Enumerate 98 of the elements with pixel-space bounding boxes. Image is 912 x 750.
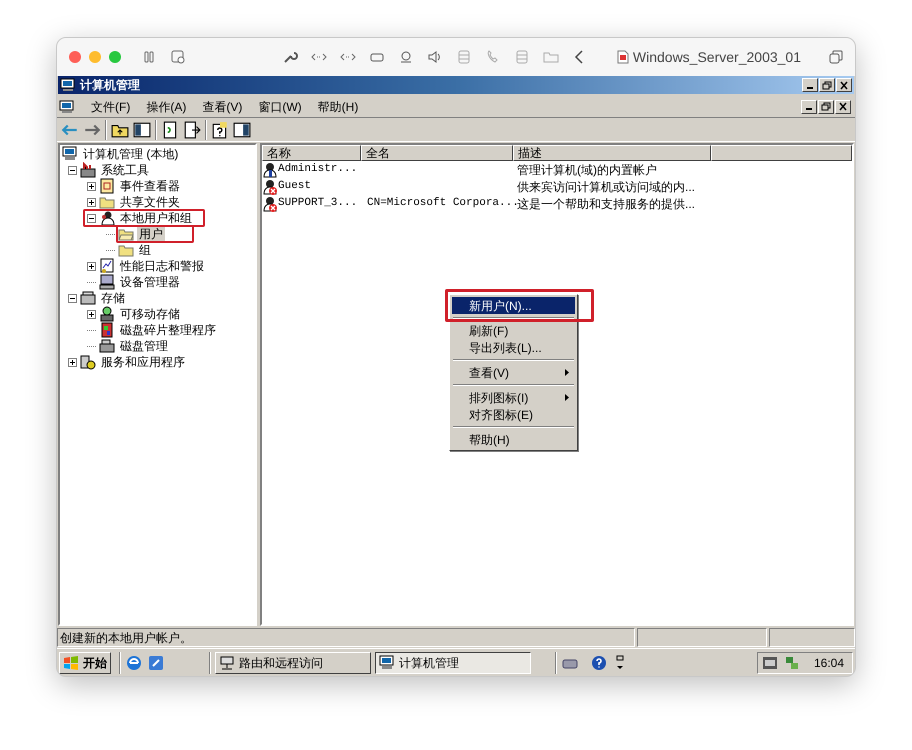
desktop-shortcut-icon[interactable] <box>147 654 165 672</box>
restore-button[interactable] <box>818 100 834 114</box>
panel-icon[interactable] <box>233 120 251 138</box>
camera-icon[interactable] <box>398 49 414 65</box>
menu-item[interactable]: 对齐图标(E) <box>452 406 575 423</box>
host-window-title: Windows_Server_2003_01 <box>632 48 801 67</box>
collapse-toggle[interactable] <box>87 214 96 222</box>
minimize-icon <box>807 86 813 88</box>
tree-item[interactable]: 用户 <box>137 226 165 242</box>
submenu-arrow-icon <box>565 369 569 376</box>
computer-icon <box>379 654 395 670</box>
computer-icon <box>60 78 76 92</box>
copy-icon[interactable] <box>829 50 843 64</box>
windows-logo-icon <box>63 656 79 670</box>
user-description: 供来宾访问计算机或访问域的内... <box>516 178 696 196</box>
export-list-icon[interactable] <box>183 120 201 138</box>
tree-item[interactable]: 存储 <box>99 290 127 306</box>
tree-item[interactable]: 磁盘碎片整理程序 <box>118 322 218 338</box>
user-description: 管理计算机(域)的内置帐户 <box>516 162 658 178</box>
tree-toggle-icon[interactable] <box>133 120 151 138</box>
menu-item[interactable]: 排列图标(I) <box>452 389 575 406</box>
column-header[interactable]: 全名 <box>361 145 513 161</box>
minimize-icon <box>806 108 812 110</box>
menu-item[interactable]: 帮助(H) <box>452 431 575 448</box>
close-icon <box>839 80 849 90</box>
defrag-icon <box>99 322 115 338</box>
tree-item[interactable]: 可移动存储 <box>118 306 182 322</box>
minimize-button[interactable] <box>801 100 817 114</box>
plus-icon <box>88 182 95 190</box>
expand-toggle[interactable] <box>68 358 77 366</box>
network-icon[interactable] <box>784 654 800 670</box>
computer-icon <box>62 146 78 162</box>
menu-item[interactable]: 查看(V) <box>194 98 250 116</box>
snapshot-icon[interactable] <box>170 49 186 65</box>
refresh-icon[interactable] <box>161 120 179 138</box>
tree-item[interactable]: 组 <box>137 242 153 258</box>
column-header[interactable]: 描述 <box>513 145 711 161</box>
plus-icon <box>88 310 95 318</box>
speaker-icon[interactable] <box>427 49 443 65</box>
menu-item[interactable]: 文件(F) <box>83 98 138 116</box>
menu-item[interactable]: 导出列表(L)... <box>452 339 575 356</box>
menu-item[interactable]: 新用户(N)... <box>452 297 575 314</box>
vm-icon[interactable] <box>762 656 778 670</box>
restore-icon <box>822 80 832 90</box>
drive-icon <box>80 290 96 306</box>
taskbar-button[interactable]: 计算机管理 <box>375 652 531 674</box>
document-icon <box>616 50 629 64</box>
help-icon[interactable] <box>591 654 607 670</box>
tree-item[interactable]: 性能日志和警报 <box>118 258 206 274</box>
submenu-arrow-icon <box>565 394 569 401</box>
log-book-icon <box>99 178 115 194</box>
collapse-toggle[interactable] <box>68 166 77 174</box>
disk-drive-icon <box>99 338 115 354</box>
tree-item[interactable]: 本地用户和组 <box>118 210 194 226</box>
window-title: 计算机管理 <box>80 77 140 94</box>
start-button[interactable]: 开始 <box>59 652 111 674</box>
minimize-button[interactable] <box>802 78 818 92</box>
disc-drive-icon <box>99 306 115 322</box>
status-message: 创建新的本地用户帐户。 <box>60 630 192 646</box>
chart-icon <box>99 258 115 274</box>
wrench-icon[interactable] <box>282 49 298 65</box>
expand-toggle[interactable] <box>87 310 96 318</box>
tree-item[interactable]: 系统工具 <box>99 162 151 178</box>
expand-toggle[interactable] <box>87 198 96 206</box>
clock: 16:04 <box>814 654 844 672</box>
taskbar-button[interactable]: 路由和远程访问 <box>215 652 371 674</box>
tree-item[interactable]: 事件查看器 <box>118 178 182 194</box>
toolbox-icon <box>80 162 96 178</box>
monitor-icon <box>99 274 115 290</box>
menu-item[interactable]: 刷新(F) <box>452 322 575 339</box>
router-icon <box>219 654 235 670</box>
help-icon[interactable] <box>211 120 229 138</box>
plus-icon <box>88 198 95 206</box>
column-header[interactable]: 名称 <box>262 145 361 161</box>
tree-item[interactable]: 计算机管理 (本地) <box>81 146 180 162</box>
restore-icon <box>821 102 831 111</box>
user-name[interactable]: Administr... <box>278 161 358 178</box>
expand-toggle[interactable] <box>87 262 96 270</box>
restore-button[interactable] <box>819 78 835 92</box>
menu-item[interactable]: 帮助(H) <box>310 98 366 116</box>
plus-icon <box>88 262 95 270</box>
server-gear-icon <box>80 354 96 370</box>
tree-item[interactable]: 设备管理器 <box>118 274 182 290</box>
menu-item[interactable]: 查看(V) <box>452 364 575 381</box>
close-button[interactable] <box>836 78 852 92</box>
close-button[interactable] <box>835 100 851 114</box>
window-switch-icon[interactable] <box>615 654 625 670</box>
menu-item[interactable]: 窗口(W) <box>250 98 310 116</box>
close-icon <box>838 102 848 111</box>
menu-item[interactable]: 操作(A) <box>138 98 194 116</box>
plus-icon <box>69 358 76 366</box>
tree-item[interactable]: 共享文件夹 <box>118 194 182 210</box>
users-icon <box>99 210 115 226</box>
collapse-toggle[interactable] <box>68 294 77 302</box>
tree-item[interactable]: 磁盘管理 <box>118 338 170 354</box>
expand-toggle[interactable] <box>87 182 96 190</box>
tree-item[interactable]: 服务和应用程序 <box>99 354 187 370</box>
computer-icon <box>59 100 75 114</box>
